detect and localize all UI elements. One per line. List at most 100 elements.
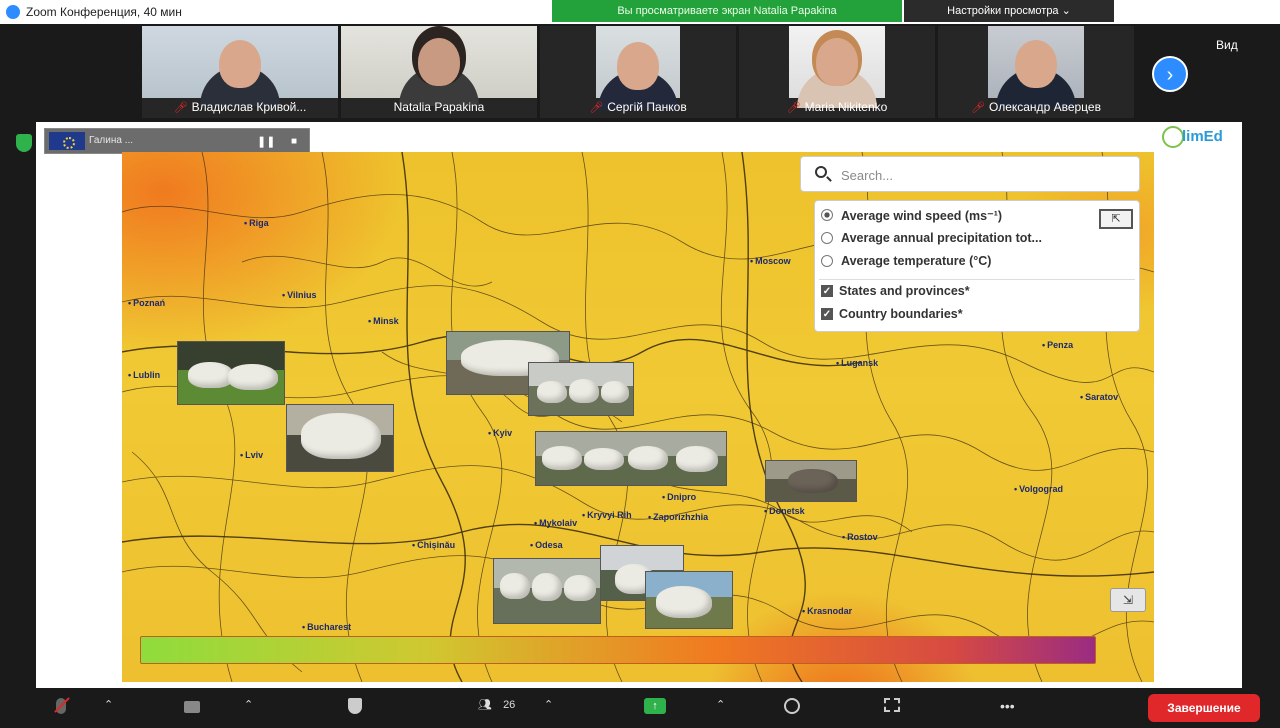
city-label: Odesa — [530, 540, 563, 550]
city-label: Lugansk — [836, 358, 878, 368]
video-button[interactable] — [184, 701, 200, 714]
fullscreen-expand-button[interactable]: ⇲ — [1110, 588, 1146, 612]
participant-tile[interactable]: 🎤︎ Олександр Аверцев — [938, 26, 1134, 118]
legend-color-bar — [140, 636, 1096, 664]
zoom-logo-icon — [6, 5, 20, 19]
collapse-layers-button[interactable]: ⇱ — [1099, 209, 1133, 229]
participant-name-row: Natalia Papakina — [341, 98, 537, 116]
layer-option-precipitation[interactable]: Average annual precipitation tot... — [821, 228, 1042, 248]
fullscreen-icon — [884, 698, 900, 712]
search-input[interactable] — [841, 165, 1121, 185]
participant-name: Maria Nikitenko — [804, 100, 888, 114]
participant-video — [988, 26, 1084, 108]
end-meeting-button[interactable]: Завершение — [1148, 694, 1260, 722]
checkbox-checked-icon[interactable]: ✓ — [821, 308, 833, 320]
participant-name: Natalia Papakina — [393, 100, 485, 114]
layers-panel: Average wind speed (ms⁻¹) Average annual… — [814, 200, 1140, 332]
city-label: Lublin — [128, 370, 160, 380]
checkbox-checked-icon[interactable]: ✓ — [821, 285, 833, 297]
city-label: Rostov — [842, 532, 878, 542]
layer-option-wind-speed[interactable]: Average wind speed (ms⁻¹) — [821, 205, 1002, 225]
mic-muted-icon — [56, 698, 66, 714]
eu-flag-logo — [49, 132, 85, 150]
participant-name: Владислав Кривой... — [191, 100, 307, 114]
participant-name-row: 🎤︎ Maria Nikitenko — [739, 98, 935, 116]
participant-tile[interactable]: 🎤︎ Maria Nikitenko — [739, 26, 935, 118]
participants-button[interactable]: 👥︎ 26 — [478, 698, 515, 712]
fullscreen-button[interactable] — [884, 698, 900, 712]
participants-count: 26 — [503, 698, 516, 711]
radio-selected-icon[interactable] — [821, 209, 833, 221]
participants-icon: 👥︎ — [478, 699, 492, 711]
overlay-label: States and provinces* — [839, 284, 970, 298]
participant-name-row: 🎤︎ Владислав Кривой... — [142, 98, 338, 116]
mic-muted-icon: 🎤︎ — [173, 102, 188, 114]
participant-name: Олександр Аверцев — [989, 100, 1101, 114]
participant-tile[interactable]: 🎤︎ Сергій Панков — [540, 26, 736, 118]
layer-label: Average annual precipitation tot... — [841, 231, 1042, 245]
mic-muted-icon: 🎤︎ — [589, 102, 604, 114]
next-participants-button[interactable]: › — [1152, 56, 1188, 92]
map-search-box[interactable] — [800, 156, 1140, 192]
radio-icon[interactable] — [821, 232, 833, 244]
sheep-photo[interactable] — [528, 362, 634, 416]
city-label: Saratov — [1080, 392, 1118, 402]
participant-name: Сергій Панков — [607, 100, 687, 114]
layer-label: Average temperature (°C) — [841, 254, 992, 268]
participant-video — [596, 26, 680, 110]
city-label: Krasnodar — [802, 606, 852, 616]
sheep-photo[interactable] — [535, 431, 727, 486]
video-camera-icon — [184, 701, 200, 714]
layers-divider — [819, 279, 1135, 280]
layer-option-temperature[interactable]: Average temperature (°C) — [821, 251, 991, 271]
view-options-button[interactable]: Настройки просмотра ⌄ — [904, 0, 1114, 22]
climed-logo-ring — [1162, 126, 1184, 148]
title-bar: Zoom Конференция, 40 мин Вы просматривае… — [0, 0, 1280, 24]
city-label: Moscow — [750, 256, 791, 266]
share-options-chevron[interactable]: ⌃ — [716, 698, 725, 711]
mic-options-chevron[interactable]: ⌃ — [104, 698, 113, 711]
stop-share-icon[interactable]: ■ — [285, 133, 303, 151]
sheep-photo[interactable] — [765, 460, 857, 502]
participant-video — [789, 26, 885, 108]
participant-video — [142, 26, 338, 106]
city-label: Mykolaiv — [534, 518, 577, 528]
city-label: Lviv — [240, 450, 263, 460]
sheep-photo[interactable] — [493, 558, 601, 624]
security-button[interactable] — [348, 698, 362, 714]
sheep-photo[interactable] — [286, 404, 394, 472]
city-label: Penza — [1042, 340, 1073, 350]
participant-tile[interactable]: 🎤︎ Владислав Кривой... — [142, 26, 338, 118]
city-label: Zaporizhzhia — [648, 512, 708, 522]
reactions-icon — [784, 698, 800, 714]
share-screen-button[interactable]: ↑ — [644, 698, 666, 714]
city-label: Poznań — [128, 298, 165, 308]
overlay-option-states[interactable]: ✓ States and provinces* — [821, 281, 970, 301]
city-label: Chișinău — [412, 540, 455, 550]
video-options-chevron[interactable]: ⌃ — [244, 698, 253, 711]
search-icon — [815, 166, 827, 178]
mute-button[interactable] — [56, 698, 66, 714]
sheep-photo[interactable] — [645, 571, 733, 629]
mic-muted-icon: 🎤︎ — [971, 102, 985, 114]
participant-tile[interactable]: Natalia Papakina — [341, 26, 537, 118]
view-button[interactable]: Вид — [1216, 38, 1238, 52]
overlay-option-boundaries[interactable]: ✓ Country boundaries* — [821, 304, 963, 324]
share-toolbar: Галина ... ❚❚ ■ — [44, 128, 310, 154]
radio-icon[interactable] — [821, 255, 833, 267]
share-banner: Вы просматриваете экран Natalia Papakina — [552, 0, 902, 22]
city-label: Volgograd — [1014, 484, 1063, 494]
reactions-button[interactable] — [784, 698, 800, 714]
city-label: Vilnius — [282, 290, 316, 300]
mic-muted-icon: 🎤︎ — [786, 102, 801, 114]
participants-options-chevron[interactable]: ⌃ — [544, 698, 553, 711]
meeting-toolbar: ⌃ ⌃ 👥︎ 26 ⌃ ↑ ⌃ ••• Завершение — [0, 690, 1280, 728]
pause-share-icon[interactable]: ❚❚ — [257, 133, 275, 151]
more-button[interactable]: ••• — [1000, 698, 1015, 714]
sheep-photo[interactable] — [177, 341, 285, 405]
climed-logo: limEd — [1182, 128, 1223, 145]
city-label: Minsk — [368, 316, 399, 326]
city-label: Donetsk — [764, 506, 805, 516]
participant-name-row: 🎤︎ Сергій Панков — [540, 98, 736, 116]
share-screen-icon: ↑ — [644, 698, 666, 714]
